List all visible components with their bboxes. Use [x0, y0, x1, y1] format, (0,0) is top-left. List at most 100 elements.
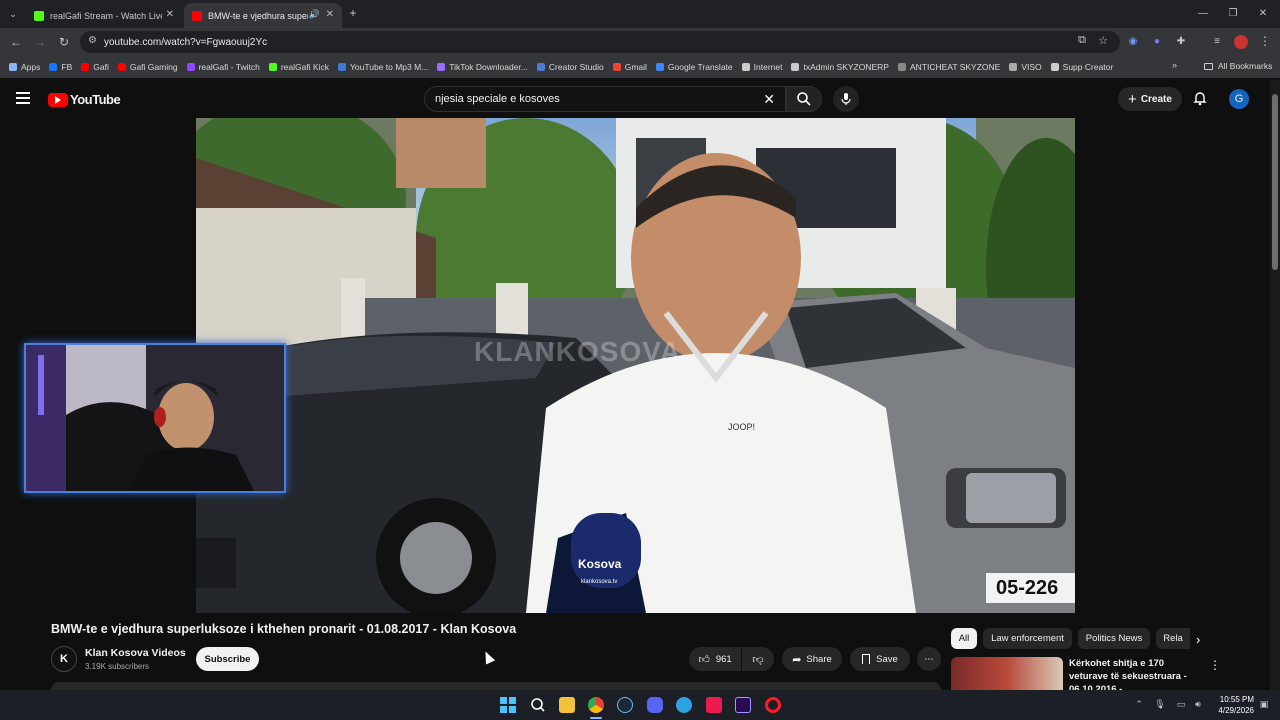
description-box[interactable] [51, 682, 941, 690]
media-controls-icon[interactable]: ≡ [1210, 34, 1224, 48]
chip-law-enforcement[interactable]: Law enforcement [983, 628, 1072, 649]
all-bookmarks[interactable]: All Bookmarks [1204, 61, 1272, 71]
file-explorer-icon[interactable] [559, 697, 575, 713]
recommended-thumbnail[interactable] [951, 657, 1063, 690]
bookmark-item[interactable]: Supp Creator [1050, 62, 1114, 72]
folder-icon [1204, 62, 1213, 70]
close-window-icon[interactable]: ✕ [1256, 6, 1270, 20]
share-button[interactable]: ➦ Share [782, 647, 842, 671]
page-scrollbar[interactable] [1270, 80, 1280, 690]
bookmark-item[interactable]: realGafi Kick [268, 62, 329, 72]
tray-overflow-icon[interactable]: ⌃ [1133, 697, 1145, 711]
create-button[interactable]: + Create [1118, 87, 1182, 111]
bookmark-item[interactable]: Gafi [81, 62, 109, 72]
premiere-pro-icon[interactable] [735, 697, 751, 713]
tab-kick-stream[interactable]: realGafi Stream - Watch Live on Kick ✕ [26, 3, 182, 28]
bookmark-favicon-icon [186, 63, 195, 71]
opera-gx-icon[interactable] [765, 697, 781, 713]
bookmark-item[interactable]: Google Translate [655, 62, 733, 72]
bookmark-favicon-icon [612, 63, 621, 71]
bookmark-star-icon[interactable]: ☆ [1098, 34, 1108, 47]
search-taskbar-icon[interactable] [530, 697, 546, 713]
bookmark-item[interactable]: VISO [1009, 62, 1042, 72]
like-button[interactable]: 👍︎ 961 [689, 647, 741, 671]
volume-icon[interactable]: 🔊︎ [1192, 697, 1204, 711]
profile-avatar[interactable] [1234, 35, 1248, 49]
restore-icon[interactable]: ❐ [1226, 6, 1240, 20]
bookmark-item[interactable]: Internet [741, 62, 783, 72]
chrome-icon[interactable] [588, 697, 604, 713]
bookmark-item[interactable]: Apps [9, 62, 40, 72]
notification-center-icon[interactable]: ▣ [1258, 697, 1270, 711]
bookmark-item[interactable]: Gafi Gaming [117, 62, 178, 72]
bookmarks-overflow-icon[interactable]: » [1172, 60, 1177, 70]
discord-icon[interactable] [647, 697, 663, 713]
start-windows-icon[interactable] [500, 697, 516, 713]
audio-playing-icon[interactable]: 🔊 [309, 9, 320, 20]
back-icon[interactable]: ← [8, 34, 24, 50]
share-label: Share [806, 653, 832, 665]
youtube-logo[interactable]: YouTube [48, 92, 121, 107]
more-actions-button[interactable]: ⋯ [917, 647, 941, 671]
search-button[interactable] [786, 86, 822, 112]
chip-related[interactable]: Rela [1156, 628, 1190, 649]
network-icon[interactable]: ▭ [1175, 697, 1187, 711]
steam-icon[interactable] [617, 697, 633, 713]
hamburger-menu-icon[interactable] [16, 92, 30, 104]
extensions-puzzle-icon[interactable]: ✚ [1174, 34, 1188, 48]
save-button[interactable]: Save [850, 647, 910, 671]
bookmark-item[interactable]: YouTube to Mp3 M... [338, 62, 428, 72]
minimize-icon[interactable]: — [1196, 6, 1210, 20]
close-tab-icon[interactable]: ✕ [166, 9, 174, 20]
install-app-icon[interactable]: ⧉ [1078, 34, 1086, 47]
bookmark-label: txAdmin SKYZONERP [803, 62, 889, 72]
notifications-bell-icon[interactable] [1192, 90, 1208, 106]
svg-text:JOOP!: JOOP! [728, 422, 755, 432]
microphone-tray-icon[interactable]: 🎙︎ [1154, 697, 1166, 711]
telegram-icon[interactable] [676, 697, 692, 713]
more-menu-icon[interactable]: ⋮ [1258, 34, 1272, 48]
bookmark-favicon-icon [1009, 63, 1018, 71]
bookmark-item[interactable]: txAdmin SKYZONERP [791, 62, 889, 72]
reload-icon[interactable]: ↻ [56, 34, 72, 50]
chip-politics-news[interactable]: Politics News [1078, 628, 1150, 649]
windows-taskbar: ⌃ 🎙︎ ▭ 🔊︎ 10:55 PM 4/29/2026 ▣ [0, 690, 1280, 720]
extension-icon[interactable]: ◉ [1126, 34, 1140, 48]
voice-search-button[interactable] [833, 86, 859, 112]
new-tab-icon[interactable]: + [346, 6, 360, 20]
bookmark-item[interactable]: FB [49, 62, 72, 72]
tab-title: realGafi Stream - Watch Live on Kick [50, 10, 162, 21]
clear-search-icon[interactable]: ✕ [763, 91, 775, 108]
scrollbar-thumb[interactable] [1272, 94, 1278, 270]
bookmark-item[interactable]: Gmail [612, 62, 647, 72]
bookmark-label: TikTok Downloader... [449, 62, 528, 72]
bookmark-favicon-icon [1050, 63, 1059, 71]
tab-youtube-video[interactable]: BMW-te e vjedhura superluksoze i kthehen… [184, 3, 342, 28]
forward-icon[interactable]: → [32, 34, 48, 50]
extension-icon[interactable]: ● [1150, 34, 1164, 48]
close-tab-icon[interactable]: ✕ [326, 9, 334, 20]
bookmark-item[interactable]: TikTok Downloader... [437, 62, 528, 72]
klan-kosova-logo-icon: K [60, 653, 68, 665]
site-info-icon[interactable]: ⚙ [88, 35, 97, 46]
bookmark-label: Gmail [624, 62, 647, 72]
tab-search-icon[interactable]: ⌄ [6, 7, 20, 21]
bookmark-label: Internet [753, 62, 783, 72]
dislike-button[interactable]: 👎︎ [742, 647, 774, 671]
bookmark-item[interactable]: Creator Studio [536, 62, 604, 72]
chip-all[interactable]: All [951, 628, 977, 649]
bookmark-label: Supp Creator [1062, 62, 1114, 72]
chips-next-icon[interactable]: › [1196, 632, 1200, 647]
clock[interactable]: 10:55 PM 4/29/2026 [1210, 694, 1254, 716]
recommended-more-icon[interactable]: ⋮ [1209, 658, 1221, 672]
address-bar[interactable]: ⚙ youtube.com/watch?v=Fgwaouuj2Yc ⧉ ☆ [80, 31, 1120, 53]
video-player[interactable]: 05-226 JOOP! Kosova klankosova.tv KLANKO… [196, 118, 1075, 613]
adobe-express-icon[interactable] [706, 697, 722, 713]
bookmark-item[interactable]: realGafi - Twitch [186, 62, 260, 72]
channel-avatar[interactable]: K [51, 646, 77, 672]
channel-name[interactable]: Klan Kosova Videos [85, 647, 186, 659]
account-avatar[interactable]: G [1229, 89, 1249, 109]
search-input[interactable]: njesia speciale e kosoves ✕ [424, 86, 786, 112]
bookmark-item[interactable]: ANTICHEAT SKYZONE [897, 62, 1000, 72]
subscribe-button[interactable]: Subscribe [196, 647, 259, 671]
